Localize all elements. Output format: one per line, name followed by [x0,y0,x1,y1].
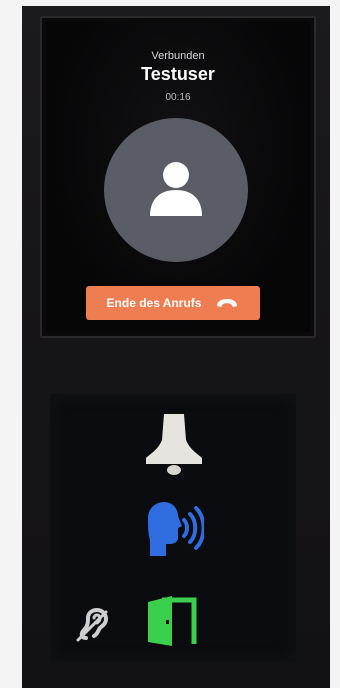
end-call-button[interactable]: Ende des Anrufs [86,286,260,320]
phone-hangup-icon [217,299,238,307]
person-icon [150,162,202,216]
door-open-icon[interactable] [144,596,200,646]
button-panel [50,394,296,662]
call-screen: Verbunden Testuser 00:16 Ende des Anrufs [46,22,310,332]
display-bezel: Verbunden Testuser 00:16 Ende des Anrufs [40,16,316,338]
caller-name: Testuser [141,64,215,84]
call-status: Verbunden [151,50,205,62]
call-timer: 00:16 [165,92,191,103]
avatar [104,118,248,262]
hearing-loop-icon [76,608,109,642]
end-call-label: Ende des Anrufs [106,296,202,310]
bell-icon[interactable] [142,410,206,476]
speaking-person-icon[interactable] [144,500,204,560]
intercom-device: Verbunden Testuser 00:16 Ende des Anrufs [22,6,330,688]
